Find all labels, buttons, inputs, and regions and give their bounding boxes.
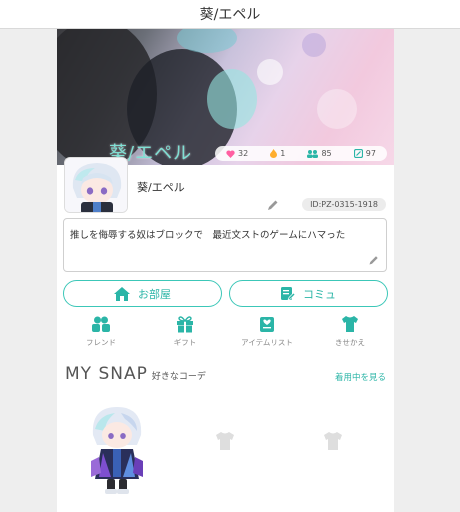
user-id-badge: ID:PZ-0315-1918: [302, 198, 386, 211]
commu-button-label: コミュ: [303, 287, 336, 301]
snap-header: MY SNAP 好きなコーデ: [65, 364, 206, 384]
nav-gift-label: ギフト: [173, 338, 197, 347]
dressup-icon: [342, 316, 358, 332]
stat-friends: 85: [307, 149, 332, 158]
nav-gift[interactable]: ギフト: [150, 315, 220, 348]
snap-slot-1[interactable]: [81, 401, 153, 497]
item-list-icon: [260, 317, 274, 332]
bio-text: 推しを侮辱する奴はブロックで 最近文ストのゲームにハマった: [70, 230, 346, 241]
view-wearing-link[interactable]: 着用中を見る: [335, 371, 386, 383]
heart-icon: [226, 149, 235, 158]
room-button-label: お部屋: [138, 287, 171, 301]
stat-notes: 97: [353, 149, 376, 158]
edit-name-icon[interactable]: [266, 198, 280, 212]
top-bar: 葵/エペル: [0, 0, 460, 29]
avatar-image: [65, 158, 127, 212]
friends-icon: [307, 149, 319, 158]
stat-notes-value: 97: [365, 149, 376, 158]
friend-icon: [92, 316, 110, 332]
stat-likes-value: 32: [238, 149, 249, 158]
page-title: 葵/エペル: [199, 7, 261, 23]
profile-banner: 葵/エペル 32 1 85 97: [57, 29, 394, 165]
stat-friends-value: 85: [321, 149, 332, 158]
empty-slot-shirt-icon[interactable]: [323, 431, 343, 451]
nav-friend[interactable]: フレンド: [66, 315, 136, 348]
home-icon: [114, 286, 130, 301]
room-button[interactable]: お部屋: [63, 280, 222, 307]
username: 葵/エペル: [137, 181, 185, 194]
gift-icon: [177, 316, 193, 333]
note-icon: [353, 149, 363, 158]
snap-character-image: [91, 407, 143, 494]
bio-box[interactable]: 推しを侮辱する奴はブロックで 最近文ストのゲームにハマった: [63, 218, 387, 272]
commu-button[interactable]: コミュ: [229, 280, 388, 307]
nav-friend-label: フレンド: [86, 338, 116, 347]
flame-icon: [270, 149, 278, 158]
stat-flame: 1: [270, 149, 285, 158]
profile-page: 葵/エペル 32 1 85 97 葵/エペル ID:PZ-0315-1918 推…: [57, 29, 394, 512]
edit-bio-icon[interactable]: [368, 254, 380, 266]
snap-title: MY SNAP: [65, 364, 148, 384]
user-id: ID:PZ-0315-1918: [310, 200, 378, 209]
snap-subtitle: 好きなコーデ: [151, 372, 206, 382]
avatar[interactable]: [64, 157, 128, 213]
nav-item-list[interactable]: アイテムリスト: [232, 315, 302, 348]
nav-dressup-label: きせかえ: [335, 338, 365, 347]
nav-dressup[interactable]: きせかえ: [315, 315, 385, 348]
nav-item-list-label: アイテムリスト: [241, 338, 293, 347]
stat-likes: 32: [226, 149, 248, 158]
stats-bar: 32 1 85 97: [215, 146, 387, 161]
community-edit-icon: [281, 286, 295, 301]
empty-slot-shirt-icon[interactable]: [215, 431, 235, 451]
stat-flame-value: 1: [280, 149, 286, 158]
